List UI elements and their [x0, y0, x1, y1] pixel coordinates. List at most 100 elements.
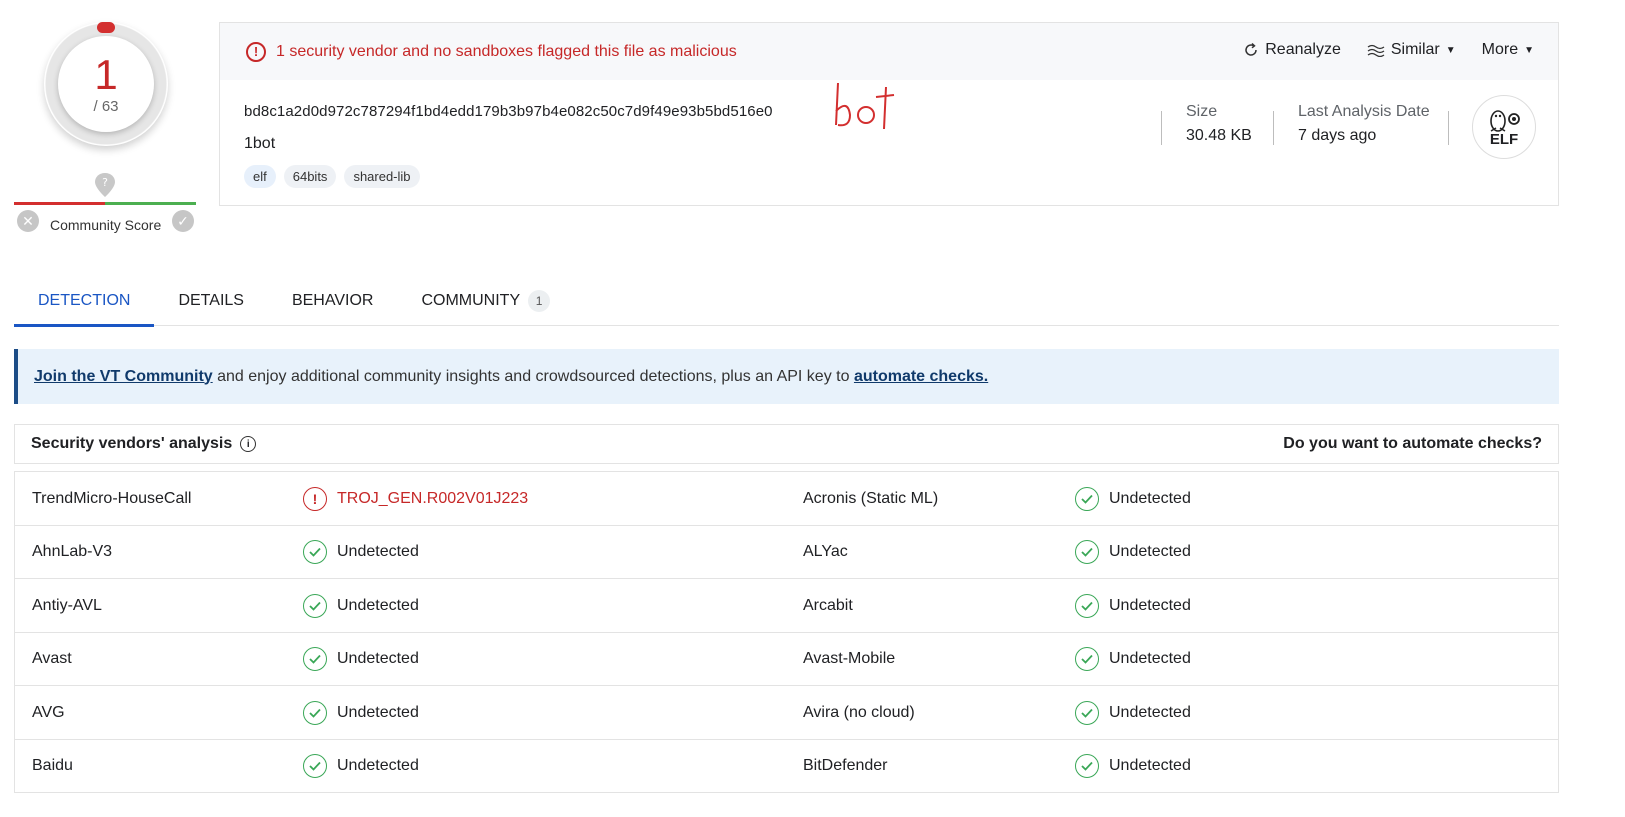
check-circle-icon [1075, 540, 1099, 564]
check-circle-icon [303, 647, 327, 671]
file-name[interactable]: 1bot [244, 135, 275, 153]
check-circle-icon [1075, 593, 1099, 618]
vendor-result: Undetected [1075, 740, 1191, 793]
check-circle-icon [1075, 647, 1099, 671]
join-community-link[interactable]: Join the VT Community [34, 368, 213, 386]
table-row: AVG Undetected Avira (no cloud) Undetect… [15, 686, 1558, 740]
file-type-label: ELF [1489, 130, 1519, 148]
automate-checks-prompt[interactable]: Do you want to automate checks? [1283, 435, 1542, 453]
vendors-table: TrendMicro-HouseCall ! TROJ_GEN.R002V01J… [14, 471, 1559, 793]
automate-checks-link[interactable]: automate checks. [854, 368, 988, 386]
gauge-marker [97, 22, 115, 33]
chevron-down-icon: ▼ [1524, 44, 1534, 56]
table-row: AhnLab-V3 Undetected ALYac Undetected [15, 526, 1558, 579]
community-score-label: Community Score [50, 217, 162, 233]
vendor-result: Undetected [1075, 579, 1191, 632]
vendor-name: Avast-Mobile [803, 650, 896, 667]
more-label: More [1481, 41, 1519, 58]
banner-text: and enjoy additional community insights … [212, 367, 854, 385]
result-label: Undetected [337, 757, 419, 774]
vendor-result: Undetected [1075, 686, 1191, 739]
result-label: Undetected [1109, 703, 1191, 721]
tag[interactable]: shared-lib [344, 165, 420, 188]
vendor-result: Undetected [1075, 472, 1191, 525]
vote-malicious-icon[interactable]: ✕ [17, 210, 39, 232]
community-count-badge: 1 [528, 290, 551, 312]
vote-harmless-icon[interactable]: ✓ [172, 210, 194, 232]
vendor-result: Undetected [303, 686, 419, 739]
check-circle-icon [1075, 754, 1099, 778]
vendor-name: AhnLab-V3 [32, 543, 113, 560]
result-label: Undetected [1109, 757, 1191, 774]
file-summary-card: ! 1 security vendor and no sandboxes fla… [219, 22, 1559, 206]
gauge-center: 1 / 63 [58, 36, 154, 132]
info-icon[interactable]: i [240, 436, 257, 452]
tag[interactable]: 64bits [283, 165, 337, 188]
malicious-alert-icon: ! [303, 486, 327, 511]
result-label: Undetected [1109, 650, 1191, 667]
result-label: Undetected [1109, 596, 1191, 614]
vendor-result: Undetected [1075, 633, 1191, 686]
vendor-name: Antiy-AVL [32, 596, 102, 614]
similar-icon [1367, 44, 1385, 57]
divider [1161, 111, 1162, 145]
similar-label: Similar [1390, 41, 1440, 58]
result-label: Undetected [1109, 489, 1191, 507]
result-label: Undetected [337, 650, 419, 667]
more-dropdown[interactable]: More ▼ [1482, 41, 1534, 59]
svg-text:?: ? [102, 176, 108, 189]
vendors-header: Security vendors' analysis i Do you want… [14, 424, 1559, 464]
alert-icon: ! [246, 41, 266, 62]
vendor-name: ALYac [803, 543, 848, 560]
vendor-name: AVG [32, 703, 65, 721]
check-circle-icon [1075, 700, 1099, 725]
tab-details[interactable]: DETAILS [154, 276, 268, 326]
reanalyze-button[interactable]: Reanalyze [1243, 41, 1341, 59]
check-circle-icon [303, 540, 327, 564]
tab-label: DETAILS [178, 292, 244, 309]
detection-score-gauge: 1 / 63 [44, 22, 168, 146]
community-banner: Join the VT Community and enjoy addition… [14, 349, 1559, 404]
tab-label: COMMUNITY [421, 292, 521, 309]
check-circle-icon [303, 700, 327, 725]
result-label: Undetected [1109, 543, 1191, 560]
vendor-result: Undetected [303, 740, 419, 793]
table-row: Antiy-AVL Undetected Arcabit Undetected [15, 579, 1558, 633]
file-hash[interactable]: bd8c1a2d0d972c787294f1bd4edd179b3b97b4e0… [244, 103, 773, 120]
tag[interactable]: elf [244, 165, 276, 188]
divider [1448, 111, 1449, 145]
tab-label: DETECTION [38, 292, 131, 309]
tab-detection[interactable]: DETECTION [14, 276, 155, 327]
linux-penguin-icon [1490, 109, 1520, 132]
file-tags: elf 64bits shared-lib [244, 165, 420, 188]
check-circle-icon [1075, 486, 1099, 511]
tab-label: BEHAVIOR [291, 292, 374, 309]
last-analysis-date: Last Analysis Date 7 days ago [1298, 103, 1430, 145]
divider [1273, 111, 1274, 145]
handwritten-annotation [835, 82, 895, 130]
result-label: Undetected [337, 596, 419, 614]
tab-bar: DETECTION DETAILS BEHAVIOR COMMUNITY 1 [14, 276, 1559, 327]
vendor-name: Arcabit [803, 596, 853, 614]
vendor-result: Undetected [303, 579, 419, 632]
reanalyze-label: Reanalyze [1265, 41, 1341, 58]
similar-dropdown[interactable]: Similar ▼ [1367, 41, 1456, 59]
table-row: Baidu Undetected BitDefender Undetected [15, 740, 1558, 793]
tab-community[interactable]: COMMUNITY 1 [397, 276, 574, 326]
table-row: TrendMicro-HouseCall ! TROJ_GEN.R002V01J… [15, 472, 1558, 526]
vendor-name: Acronis (Static ML) [803, 489, 939, 507]
tab-behavior[interactable]: BEHAVIOR [268, 276, 398, 326]
file-type-badge: ELF [1472, 95, 1536, 159]
vendor-result: Undetected [303, 526, 419, 579]
vendor-name: BitDefender [803, 757, 888, 774]
size-value: 30.48 KB [1186, 127, 1252, 144]
table-row: Avast Undetected Avast-Mobile Undetected [15, 633, 1558, 686]
vendor-name: Avira (no cloud) [803, 703, 915, 721]
result-label: Undetected [337, 703, 419, 721]
engine-total: / 63 [93, 97, 119, 115]
file-size: Size 30.48 KB [1186, 103, 1252, 145]
vendor-name: TrendMicro-HouseCall [32, 489, 192, 507]
vendor-name: Baidu [32, 757, 73, 774]
vendors-title: Security vendors' analysis [31, 435, 233, 452]
refresh-icon [1245, 42, 1257, 56]
